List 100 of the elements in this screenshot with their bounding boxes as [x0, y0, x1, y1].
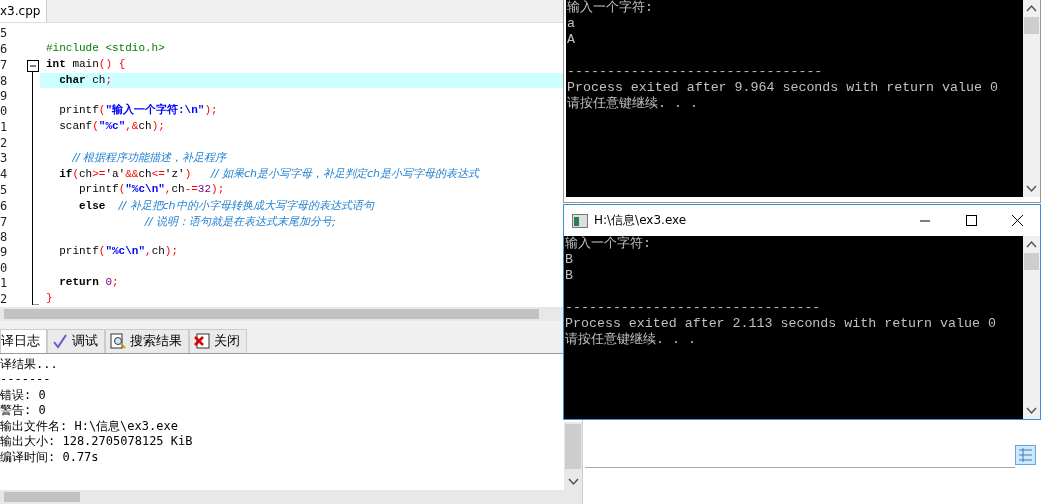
panel-tab[interactable]: 调试 [47, 329, 105, 353]
console-line: 请按任意键继续. . . [567, 96, 699, 112]
code-token: else [79, 199, 106, 212]
code-token: return [59, 276, 99, 289]
log-line: 编译时间: 0.77s [0, 449, 100, 466]
code-token: () { [98, 57, 126, 70]
code-token: "%c" [98, 120, 126, 133]
line-number: 5 [0, 182, 9, 197]
code-token: ch [138, 167, 152, 180]
code-token: char [59, 73, 86, 86]
console-line: A [567, 32, 576, 48]
scroll-thumb[interactable] [1024, 17, 1039, 34]
file-tab[interactable]: x3.cpp [0, 0, 48, 22]
fold-toggle-icon[interactable] [27, 59, 39, 72]
code-token: ( [98, 245, 106, 258]
line-number: 5 [0, 26, 9, 41]
close-icon [1011, 215, 1023, 226]
code-token: if [59, 167, 73, 180]
code-token: // 说明：语句就是在表达式末尾加分号; [145, 214, 336, 228]
code-token: printf [59, 104, 99, 117]
log-line: 输出文件名: H:\信息\ex3.exe [0, 418, 179, 435]
code-token: printf [59, 245, 99, 258]
list-view-icon[interactable] [1015, 445, 1036, 465]
line-number: 0 [0, 260, 9, 275]
code-token: ); [211, 182, 225, 195]
line-number: 0 [0, 104, 9, 119]
scroll-thumb[interactable] [1024, 253, 1039, 270]
code-token: ); [204, 104, 218, 117]
log-line: ------- [0, 372, 52, 388]
line-number: 2 [0, 135, 9, 150]
console-line: 输入一个字符: [567, 0, 654, 16]
chevron-down-icon[interactable] [1026, 407, 1037, 415]
code-token: scanf [59, 120, 93, 133]
code-token: ch [79, 167, 93, 180]
panel-tab[interactable]: 搜索结果 [105, 329, 189, 353]
console-line: Process exited after 9.964 seconds with return value 0 [567, 80, 999, 96]
horizontal-scrollbar[interactable] [0, 307, 563, 322]
panel-tab[interactable]: 译日志 [0, 329, 47, 353]
code-token: } [46, 292, 53, 305]
log-line: 输出大小: 128.2705078125 KiB [0, 434, 194, 450]
chevron-down-icon[interactable] [1026, 185, 1037, 193]
maximize-icon [965, 215, 977, 226]
code-token: #include <stdio.h> [46, 41, 165, 54]
code-token: >= [92, 167, 106, 180]
code-token: // 根据程序功能描述，补足程序 [72, 151, 227, 165]
line-number: 6 [0, 198, 9, 213]
console-line: 请按任意键继续. . . [565, 332, 697, 348]
code-token: 0 [105, 276, 113, 289]
code-token: && [125, 167, 139, 180]
code-token: // 补足把ch中的小字母转换成大写字母的表达式语句 [118, 198, 374, 212]
check-icon [52, 333, 68, 350]
chevron-down-icon[interactable] [568, 478, 579, 486]
close-document-icon [194, 333, 210, 350]
code-token: -= [184, 182, 198, 195]
log-line: 译结果... [0, 356, 59, 373]
code-token: "%c\n" [105, 245, 146, 258]
line-number: 2 [0, 292, 9, 307]
vertical-scrollbar[interactable] [564, 422, 582, 490]
console-line: a [567, 16, 576, 32]
line-number: 1 [0, 276, 9, 291]
code-token: ( [92, 120, 99, 133]
code-token: ch [171, 182, 185, 195]
line-number: 7 [0, 57, 9, 72]
console-line: B [565, 268, 574, 284]
chevron-up-icon[interactable] [1026, 240, 1037, 248]
code-token: ) [184, 167, 192, 180]
console-line: Process exited after 2.113 seconds with return value 0 [565, 316, 997, 332]
code-token: ch [92, 73, 106, 86]
code-token: ); [164, 245, 179, 258]
panel-tab[interactable]: 关闭 [189, 329, 247, 353]
code-token: 32 [197, 182, 212, 195]
scrollbar[interactable] [1023, 0, 1040, 197]
code-token: "%c\n" [125, 182, 165, 195]
line-number: 7 [0, 214, 9, 229]
line-number: 8 [0, 230, 9, 244]
console-line: 输入一个字符: [565, 236, 652, 252]
code-token: 'a' [105, 167, 126, 180]
scrollbar[interactable] [1023, 236, 1040, 419]
code-token: , [164, 182, 172, 195]
line-number: 8 [0, 73, 9, 88]
line-number: 9 [0, 245, 9, 260]
line-number: 4 [0, 166, 9, 181]
window-title: H:\信息\ex3.exe [594, 212, 688, 229]
search-document-icon [110, 333, 126, 350]
code-token: ; [112, 276, 119, 289]
code-token: ch [151, 245, 165, 258]
line-number: 6 [0, 41, 9, 56]
code-token: // 如果ch是小写字母，补足判定ch是小写字母的表达式 [211, 166, 480, 180]
line-number: 1 [0, 120, 9, 135]
code-token: 'z' [164, 167, 185, 180]
console-app-icon [572, 213, 588, 228]
code-token: printf [79, 182, 119, 195]
console-line: -------------------------------- [567, 64, 824, 80]
chevron-up-icon[interactable] [1026, 4, 1037, 12]
log-line: 错误: 0 [0, 387, 47, 404]
line-number: 3 [0, 151, 9, 165]
code-token: <= [151, 167, 165, 180]
line-number: 9 [0, 88, 9, 103]
code-token: ( [118, 182, 126, 195]
horizontal-scrollbar[interactable] [0, 490, 582, 504]
